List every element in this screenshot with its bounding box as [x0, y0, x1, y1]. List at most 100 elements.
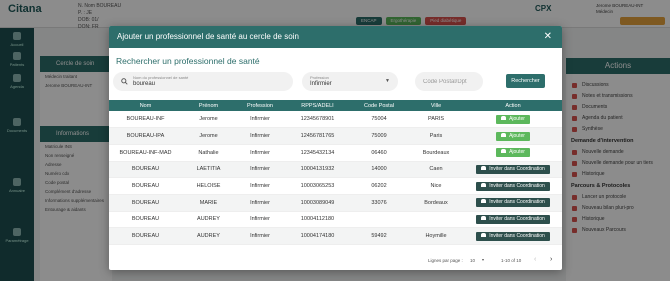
add-button-label: Ajouter	[509, 149, 525, 156]
cell-prenom: MARIE	[182, 194, 235, 212]
search-icon	[121, 78, 128, 85]
invite-button[interactable]: Inviter dans Coordination	[476, 198, 550, 208]
table-row: BOUREAU-INF-MAD Nathalie Infirmier 12345…	[109, 144, 562, 162]
add-button[interactable]: Ajouter	[496, 148, 530, 158]
invite-button[interactable]: Inviter dans Coordination	[476, 164, 550, 174]
person-add-icon	[501, 149, 507, 154]
cell-rpps: 10003089049	[285, 194, 350, 212]
cell-code-postal	[350, 211, 408, 229]
invite-button[interactable]: Inviter dans Coordination	[476, 181, 550, 191]
cell-nom: BOUREAU	[109, 211, 182, 229]
invite-button-label: Inviter dans Coordination	[489, 199, 545, 206]
invite-button-label: Inviter dans Coordination	[489, 165, 545, 172]
column-header-nom[interactable]: Nom	[109, 100, 182, 111]
cell-prenom: AUDREY	[182, 211, 235, 229]
column-header-code-postal[interactable]: Code Postal	[350, 100, 408, 111]
cell-action: Ajouter	[464, 111, 562, 129]
table-row: BOUREAU AUDREY Infirmier 10004174180 594…	[109, 227, 562, 245]
cell-ville: Paris	[408, 127, 464, 145]
lines-per-page-label: Lignes par page :	[428, 258, 463, 263]
cell-nom: BOUREAU	[109, 194, 182, 212]
cell-nom: BOUREAU-INF	[109, 111, 182, 129]
name-search-input[interactable]: Nom du professionnel de santé boureau	[113, 72, 293, 91]
profession-label: Profession	[310, 75, 329, 80]
name-search-value[interactable]: boureau	[133, 81, 155, 87]
person-add-icon	[481, 199, 487, 204]
cell-code-postal: 14000	[350, 161, 408, 179]
table-row: BOUREAU-INF Jerome Infirmier 12345678901…	[109, 111, 562, 129]
invite-button-label: Inviter dans Coordination	[489, 232, 545, 239]
column-header-rpps[interactable]: RPPS/ADELI	[285, 100, 350, 111]
cell-profession: Infirmier	[235, 144, 285, 162]
add-button[interactable]: Ajouter	[496, 114, 530, 124]
cell-ville	[408, 211, 464, 229]
invite-button-label: Inviter dans Coordination	[489, 215, 545, 222]
cell-nom: BOUREAU-IPA	[109, 127, 182, 145]
cell-rpps: 10003065253	[285, 177, 350, 195]
cell-rpps: 10004112180	[285, 211, 350, 229]
table-row: BOUREAU HELOISE Infirmier 10003065253 06…	[109, 177, 562, 195]
cell-profession: Infirmier	[235, 127, 285, 145]
chevron-down-icon[interactable]: ▾	[482, 257, 484, 262]
person-add-icon	[481, 182, 487, 187]
table-row: BOUREAU LAETITIA Infirmier 10004131932 1…	[109, 161, 562, 179]
invite-button[interactable]: Inviter dans Coordination	[476, 231, 550, 241]
chevron-down-icon: ▼	[385, 78, 390, 84]
cell-profession: Infirmier	[235, 194, 285, 212]
cell-code-postal: 75004	[350, 111, 408, 129]
cell-action: Ajouter	[464, 127, 562, 145]
next-page-icon[interactable]: ›	[550, 256, 552, 263]
cell-rpps: 10004174180	[285, 227, 350, 245]
table-row: BOUREAU-IPA Jerome Infirmier 12456781765…	[109, 127, 562, 145]
modal-subtitle: Rechercher un professionnel de santé	[116, 56, 260, 66]
add-button-label: Ajouter	[509, 115, 525, 122]
cell-rpps: 12456781765	[285, 127, 350, 145]
results-table: Nom Prénom Profession RPPS/ADELI Code Po…	[109, 100, 562, 245]
cell-profession: Infirmier	[235, 111, 285, 129]
cell-ville: Nice	[408, 177, 464, 195]
cell-prenom: Nathalie	[182, 144, 235, 162]
cell-ville: Hoymille	[408, 227, 464, 245]
table-row: BOUREAU AUDREY Infirmier 10004112180 Inv…	[109, 211, 562, 229]
modal-header: Ajouter un professionnel de santé au cer…	[109, 26, 562, 48]
cell-ville: Caen	[408, 161, 464, 179]
cell-code-postal: 59492	[350, 227, 408, 245]
cell-profession: Infirmier	[235, 177, 285, 195]
page-range: 1-10 of 10	[501, 258, 522, 263]
cell-profession: Infirmier	[235, 161, 285, 179]
invite-button[interactable]: Inviter dans Coordination	[476, 214, 550, 224]
cell-ville: Bourdeaux	[408, 144, 464, 162]
pagination: Lignes par page : 10 ▾ 1-10 of 10 ‹ ›	[109, 256, 562, 268]
cell-action: Inviter dans Coordination	[464, 227, 562, 245]
person-add-icon	[481, 215, 487, 220]
profession-value: Infirmier	[310, 81, 332, 87]
table-row: BOUREAU MARIE Infirmier 10003089049 3307…	[109, 194, 562, 212]
cell-nom: BOUREAU	[109, 177, 182, 195]
cell-prenom: AUDREY	[182, 227, 235, 245]
lines-per-page-select[interactable]: 10	[470, 258, 475, 263]
cell-code-postal: 33076	[350, 194, 408, 212]
add-button[interactable]: Ajouter	[496, 131, 530, 141]
table-header-row: Nom Prénom Profession RPPS/ADELI Code Po…	[109, 100, 562, 111]
cell-rpps: 12345432134	[285, 144, 350, 162]
column-header-ville[interactable]: Ville	[408, 100, 464, 111]
add-professional-modal: Ajouter un professionnel de santé au cer…	[109, 26, 562, 270]
cell-prenom: Jerome	[182, 111, 235, 129]
cell-action: Inviter dans Coordination	[464, 177, 562, 195]
close-icon[interactable]: ✕	[544, 31, 552, 42]
column-header-profession[interactable]: Profession	[235, 100, 285, 111]
name-search-label: Nom du professionnel de santé	[133, 75, 189, 80]
person-add-icon	[501, 132, 507, 137]
search-button[interactable]: Rechercher	[506, 74, 545, 88]
postal-code-field[interactable]	[415, 72, 483, 91]
person-add-icon	[481, 232, 487, 237]
cell-action: Inviter dans Coordination	[464, 211, 562, 229]
column-header-prenom[interactable]: Prénom	[182, 100, 235, 111]
cell-prenom: Jerome	[182, 127, 235, 145]
person-add-icon	[501, 115, 507, 120]
previous-page-icon[interactable]: ‹	[534, 256, 536, 263]
cell-rpps: 10004131932	[285, 161, 350, 179]
postal-code-input[interactable]	[415, 72, 475, 91]
profession-select[interactable]: Profession Infirmier ▼	[302, 72, 398, 91]
cell-nom: BOUREAU	[109, 161, 182, 179]
